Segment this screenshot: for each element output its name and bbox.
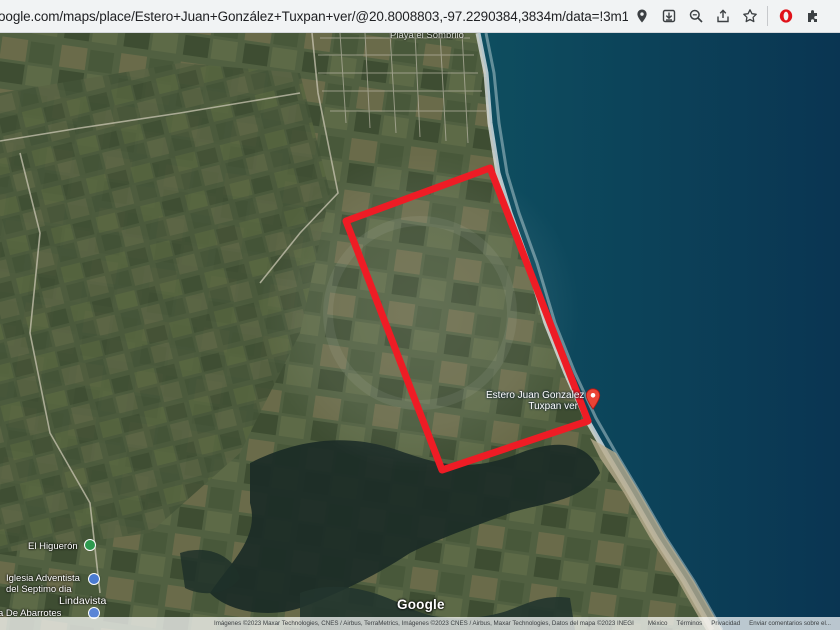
location-pin-icon[interactable]	[585, 388, 601, 410]
opera-icon[interactable]	[772, 0, 799, 33]
place-label-iglesia-line1: Iglesia Adventista	[6, 573, 80, 584]
url-field[interactable]: oogle.com/maps/place/Estero+Juan+Gonzále…	[0, 0, 628, 33]
privacy-link[interactable]: Privacidad	[711, 620, 740, 627]
town-label: Playa el Sombrilo	[390, 33, 464, 41]
address-bar-toolbar	[628, 0, 826, 33]
park-icon[interactable]	[84, 539, 96, 551]
map-attribution-bar: Imágenes ©2023 Maxar Technologies, CNES …	[0, 617, 840, 630]
browser-address-bar: oogle.com/maps/place/Estero+Juan+Gonzále…	[0, 0, 840, 33]
url-text: oogle.com/maps/place/Estero+Juan+Gonzále…	[0, 8, 628, 24]
share-icon[interactable]	[709, 0, 736, 33]
country-label: México	[647, 620, 668, 627]
imagery-attribution: Imágenes ©2023 Maxar Technologies, CNES …	[213, 620, 634, 627]
zoom-icon[interactable]	[682, 0, 709, 33]
terms-link[interactable]: Términos	[676, 620, 702, 627]
place-label-el-higueron[interactable]: El Higuerón	[28, 541, 78, 552]
google-logo: Google	[397, 597, 445, 612]
pin-label[interactable]: Estero Juan Gonzalez Tuxpan ver	[486, 390, 584, 412]
map-screenshot: oogle.com/maps/place/Estero+Juan+Gonzále…	[0, 0, 840, 630]
toolbar-divider	[767, 6, 768, 26]
satellite-imagery	[0, 33, 840, 630]
feedback-link[interactable]: Enviar comentarios sobre el...	[749, 620, 831, 627]
bookmark-star-icon[interactable]	[736, 0, 763, 33]
pin-label-line1: Estero Juan Gonzalez	[486, 390, 585, 401]
church-icon[interactable]	[88, 573, 100, 585]
place-label-lindavista[interactable]: Lindavista	[59, 596, 106, 607]
place-label-iglesia[interactable]: Iglesia Adventista del Septimo dia	[6, 573, 80, 595]
pin-label-line2: Tuxpan ver	[528, 401, 579, 412]
location-icon[interactable]	[628, 0, 655, 33]
download-icon[interactable]	[655, 0, 682, 33]
place-label-iglesia-line2: del Septimo dia	[6, 584, 72, 595]
extensions-puzzle-icon[interactable]	[799, 0, 826, 33]
satellite-map[interactable]: Playa el Sombrilo El Higuerón Iglesia Ad…	[0, 33, 840, 630]
